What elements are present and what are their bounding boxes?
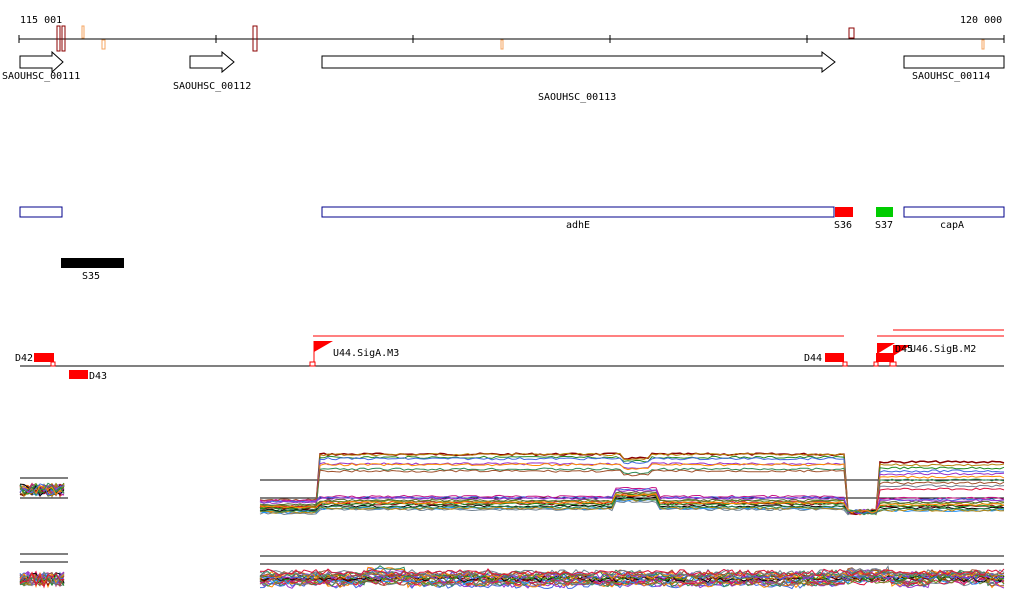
feature-marker xyxy=(309,361,316,367)
gene-label: SAOUHSC_00113 xyxy=(538,92,616,103)
feature-d42[interactable] xyxy=(34,353,54,362)
annotation-label-capa: capA xyxy=(940,220,964,231)
feature-label-d42: D42 xyxy=(15,353,33,364)
annotation-track: adhE S36 S37 capA S35 xyxy=(19,206,1005,282)
gene-label: SAOUHSC_00111 xyxy=(2,71,80,82)
annotation-box-s37[interactable] xyxy=(876,207,893,217)
ruler-mark xyxy=(848,27,855,39)
annotation-box[interactable] xyxy=(19,206,63,218)
annotation-label-s35: S35 xyxy=(82,271,100,282)
genome-browser-view: 115 001 120 000 SAOUHSC_00111 SAOUHSC_00… xyxy=(0,0,1024,611)
gene-label: SAOUHSC_00114 xyxy=(912,71,990,82)
gene-saouhsc-00113[interactable]: SAOUHSC_00113 xyxy=(321,50,836,103)
gene-arrow[interactable] xyxy=(321,50,836,74)
ruler-mark xyxy=(101,39,106,50)
feature-d45[interactable] xyxy=(876,353,894,362)
genome-browser-svg: 115 001 120 000 SAOUHSC_00111 SAOUHSC_00… xyxy=(2,15,1005,590)
feature-track: D42 D43 U44.SigA.M3 D44 D45 U46.SigB.M2 xyxy=(15,329,1004,382)
gene-saouhsc-00111[interactable]: SAOUHSC_00111 xyxy=(2,50,80,82)
ruler-end-label: 120 000 xyxy=(960,15,1002,26)
feature-d43[interactable] xyxy=(69,370,88,379)
feature-marker xyxy=(873,361,879,367)
annotation-box-adhe[interactable] xyxy=(321,206,835,218)
annotation-label-s36: S36 xyxy=(834,220,852,231)
feature-marker xyxy=(50,361,56,367)
promoter-flag-d45[interactable] xyxy=(877,343,895,354)
ruler-mark xyxy=(500,39,504,50)
ruler-mark xyxy=(81,25,85,39)
gene-arrow[interactable] xyxy=(903,55,1005,69)
feature-marker xyxy=(842,361,848,367)
feature-d44[interactable] xyxy=(825,353,844,362)
expression-track-2 xyxy=(19,553,1005,590)
feature-label-d44: D44 xyxy=(804,353,822,364)
annotation-label-adhe: adhE xyxy=(566,220,590,231)
feature-label-u46: U46.SigB.M2 xyxy=(910,344,976,355)
annotation-label-s37: S37 xyxy=(875,220,893,231)
gene-arrow[interactable] xyxy=(19,50,64,74)
expression-track-1 xyxy=(19,452,1005,516)
annotation-box-capa[interactable] xyxy=(903,206,1005,218)
gene-saouhsc-00112[interactable]: SAOUHSC_00112 xyxy=(173,50,251,92)
feature-marker xyxy=(889,361,897,367)
ruler-mark xyxy=(981,39,985,50)
annotation-box-s35[interactable] xyxy=(61,258,124,268)
annotation-box-s36[interactable] xyxy=(835,207,853,217)
coordinate-ruler: 115 001 120 000 xyxy=(18,15,1005,52)
feature-label-u44: U44.SigA.M3 xyxy=(333,348,399,359)
gene-track: SAOUHSC_00111 SAOUHSC_00112 SAOUHSC_0011… xyxy=(2,50,1005,103)
promoter-flag-u44[interactable] xyxy=(314,341,333,352)
gene-label: SAOUHSC_00112 xyxy=(173,81,251,92)
gene-arrow[interactable] xyxy=(189,50,235,74)
feature-label-d43: D43 xyxy=(89,371,107,382)
gene-saouhsc-00114[interactable]: SAOUHSC_00114 xyxy=(903,55,1005,82)
ruler-start-label: 115 001 xyxy=(20,15,62,26)
